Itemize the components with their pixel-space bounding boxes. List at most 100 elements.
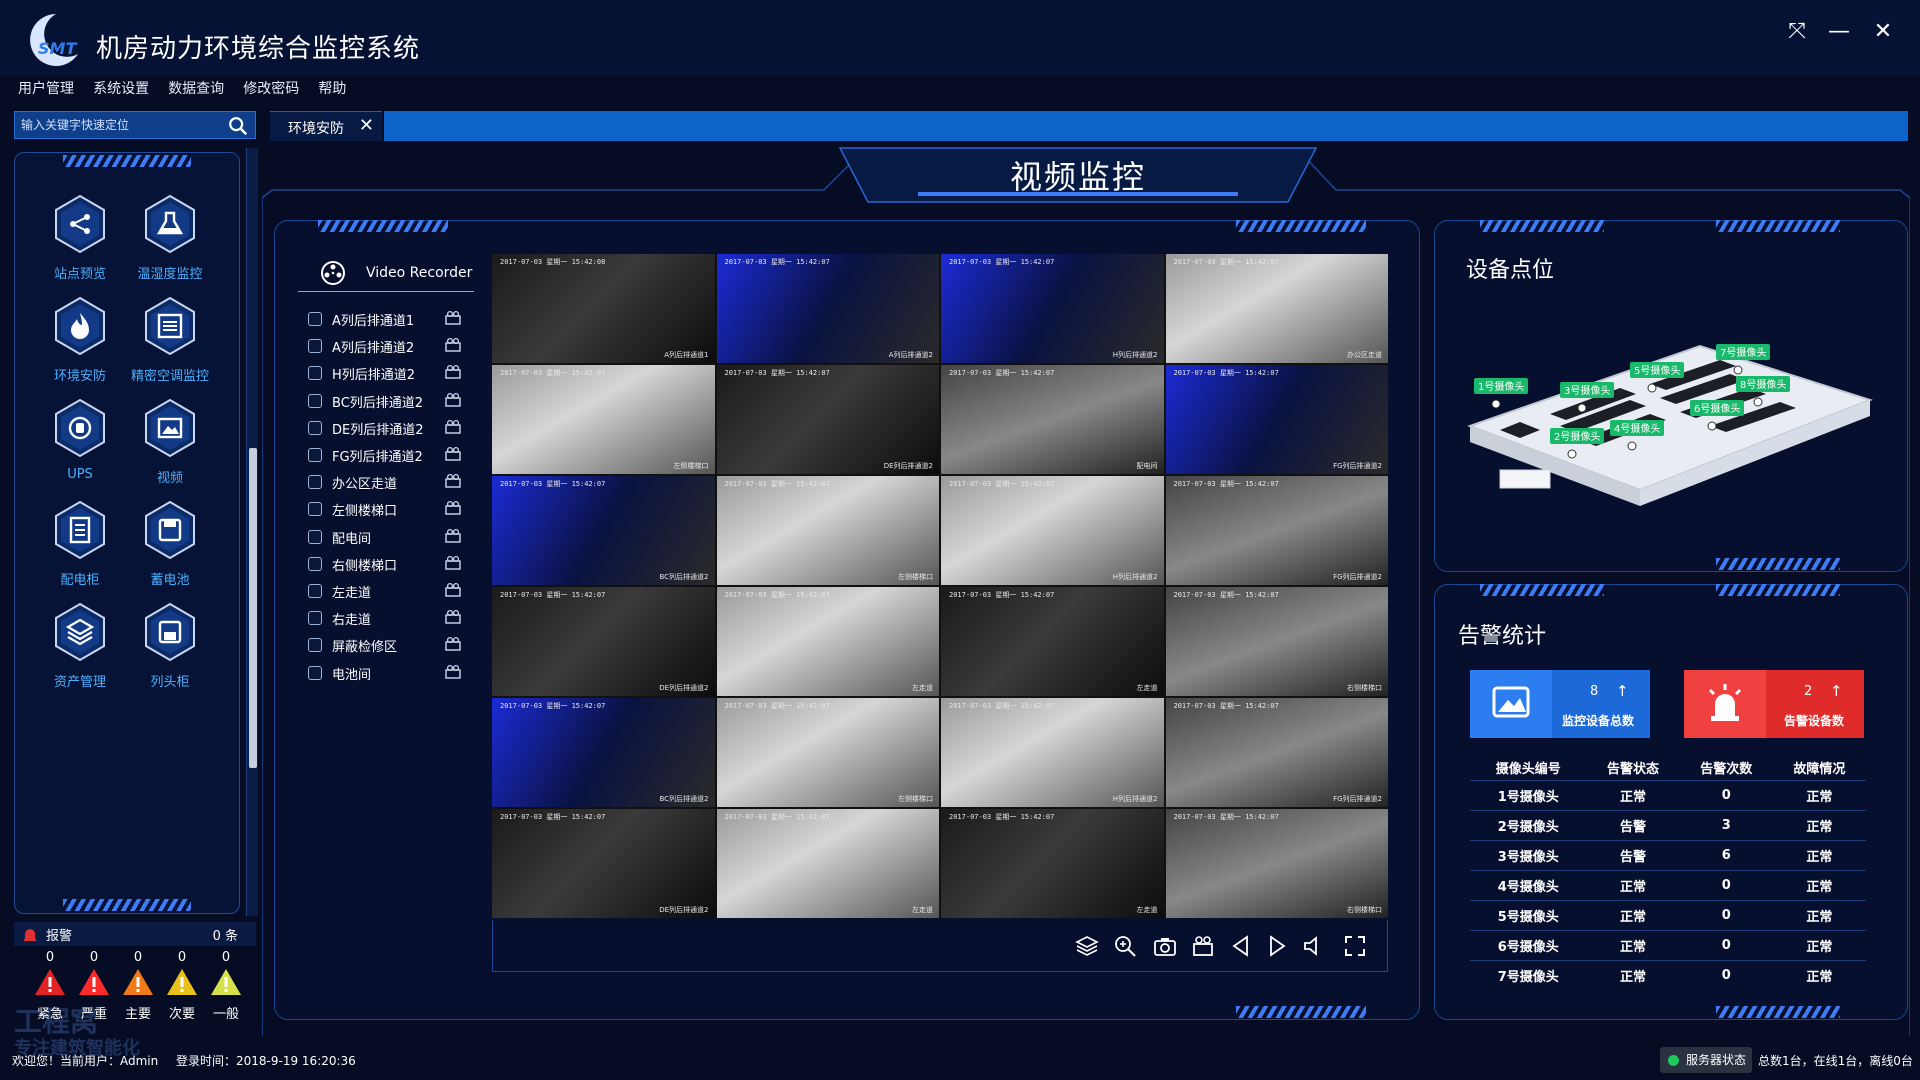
sidebar-item-4[interactable]: 精密空调监控: [125, 295, 215, 391]
video-feed[interactable]: 2017-07-03 星期一 15:42:07 FG列后排通道2: [1165, 698, 1388, 807]
recorder-header[interactable]: Video Recorder: [298, 258, 474, 292]
camera-checkbox[interactable]: [308, 475, 322, 490]
camera-icon[interactable]: [1153, 934, 1177, 958]
video-feed[interactable]: 2017-07-03 星期一 15:42:07 左侧楼梯口: [492, 365, 715, 474]
camera-icon[interactable]: [444, 636, 462, 652]
menu-help[interactable]: 帮助: [318, 78, 346, 98]
camera-icon[interactable]: [444, 337, 462, 353]
search-input[interactable]: [21, 115, 221, 135]
volume-icon[interactable]: [1301, 934, 1325, 958]
video-feed[interactable]: 2017-07-03 星期一 15:42:07 BC列后排通道2: [492, 476, 715, 585]
alarm-summary-bar[interactable]: 报警 0 条: [14, 922, 256, 946]
camera-checkbox[interactable]: [308, 529, 322, 544]
menu-data-query[interactable]: 数据查询: [168, 78, 224, 98]
camera-list-item[interactable]: 办公区走道: [306, 472, 466, 492]
camera-list-item[interactable]: BC列后排通道2: [306, 391, 466, 411]
video-feed[interactable]: 2017-07-03 星期一 15:42:07 DE列后排通道2: [492, 809, 715, 918]
camera-icon[interactable]: [444, 528, 462, 544]
camera-list-item[interactable]: H列后排通道2: [306, 363, 466, 383]
floorplan-3d-map[interactable]: 1号摄像头 2号摄像头 3号摄像头 4号摄像头 5号摄像头 6号摄像头 7号摄像头 8号摄像头: [1460, 330, 1880, 530]
camera-icon[interactable]: [444, 392, 462, 408]
video-feed[interactable]: 2017-07-03 星期一 15:42:07 左走道: [716, 809, 939, 918]
camera-checkbox[interactable]: [308, 339, 322, 354]
minimize-button[interactable]: —: [1822, 18, 1856, 46]
camera-icon[interactable]: [444, 609, 462, 625]
video-feed[interactable]: 2017-07-03 星期一 15:42:08 A列后排通道1: [492, 254, 715, 363]
camera-checkbox[interactable]: [308, 556, 322, 571]
camera-icon[interactable]: [444, 555, 462, 571]
camera-icon[interactable]: [444, 310, 462, 326]
camera-list-item[interactable]: 左侧楼梯口: [306, 499, 466, 519]
video-feed[interactable]: 2017-07-03 星期一 15:42:07 A列后排通道2: [716, 254, 939, 363]
sidebar-item-9[interactable]: 资产管理: [35, 601, 125, 697]
sidebar-item-8[interactable]: 蓄电池: [125, 499, 215, 595]
video-feed[interactable]: 2017-07-03 星期一 15:42:07 H列后排通道2: [941, 476, 1164, 585]
camera-list-item[interactable]: FG列后排通道2: [306, 445, 466, 465]
video-feed[interactable]: 2017-07-03 星期一 15:42:07 右侧楼梯口: [1165, 587, 1388, 696]
table-row[interactable]: 5号摄像头 正常 0 正常: [1470, 899, 1866, 930]
camera-checkbox[interactable]: [308, 584, 322, 598]
camera-checkbox[interactable]: [308, 502, 322, 517]
camera-icon[interactable]: [444, 473, 462, 489]
sidebar-item-7[interactable]: 配电柜: [35, 499, 125, 595]
camera-marker[interactable]: 1号摄像头: [1474, 378, 1528, 409]
sidebar-item-3[interactable]: 环境安防: [35, 295, 125, 391]
video-feed[interactable]: 2017-07-03 星期一 15:42:07 DE列后排通道2: [716, 365, 939, 474]
camera-icon[interactable]: [444, 364, 462, 380]
camera-checkbox[interactable]: [308, 448, 322, 462]
alarm-level-1[interactable]: 0 紧急: [30, 950, 70, 1022]
camera-checkbox[interactable]: [308, 638, 322, 653]
camera-list-item[interactable]: 配电间: [306, 527, 466, 547]
table-row[interactable]: 1号摄像头 正常 0 正常: [1470, 779, 1866, 810]
video-feed[interactable]: 2017-07-03 星期一 15:42:07 FG列后排通道2: [1165, 365, 1388, 474]
camera-list-item[interactable]: 屏蔽检修区: [306, 635, 466, 655]
camera-list-item[interactable]: A列后排通道1: [306, 309, 466, 329]
video-feed[interactable]: 2017-07-03 星期一 15:42:07 配电间: [941, 365, 1164, 474]
camera-checkbox[interactable]: [308, 393, 322, 408]
play-icon[interactable]: [1265, 934, 1289, 958]
sidebar-item-5[interactable]: UPS: [35, 397, 125, 493]
server-status-indicator[interactable]: 服务器状态: [1660, 1047, 1752, 1073]
sidebar-scrollbar[interactable]: [246, 148, 258, 916]
camera-checkbox[interactable]: [308, 420, 322, 435]
camera-icon[interactable]: [444, 582, 462, 598]
video-feed[interactable]: 2017-07-03 星期一 15:42:07 DE列后排通道2: [492, 587, 715, 696]
camera-checkbox[interactable]: [308, 366, 322, 381]
menu-system-settings[interactable]: 系统设置: [93, 78, 149, 98]
restore-button[interactable]: ⤧: [1780, 18, 1814, 46]
camera-checkbox[interactable]: [308, 611, 322, 626]
scrollbar-thumb[interactable]: [249, 448, 257, 768]
video-feed[interactable]: 2017-07-03 星期一 15:42:07 左走道: [716, 587, 939, 696]
prev-icon[interactable]: [1229, 934, 1253, 958]
camera-icon[interactable]: [444, 664, 462, 680]
close-button[interactable]: ✕: [1866, 18, 1900, 46]
record-icon[interactable]: [1191, 934, 1215, 958]
layers-icon[interactable]: [1075, 934, 1099, 958]
video-feed[interactable]: 2017-07-03 星期一 15:42:07 办公区走道: [1165, 254, 1388, 363]
menu-user-management[interactable]: 用户管理: [18, 78, 74, 98]
video-feed[interactable]: 2017-07-03 星期一 15:42:07 左侧楼梯口: [716, 698, 939, 807]
table-row[interactable]: 2号摄像头 告警 3 正常: [1470, 809, 1866, 840]
video-feed[interactable]: 2017-07-03 星期一 15:42:07 BC列后排通道2: [492, 698, 715, 807]
sidebar-item-10[interactable]: 列头柜: [125, 601, 215, 697]
camera-list-item[interactable]: 电池间: [306, 663, 466, 683]
video-feed[interactable]: 2017-07-03 星期一 15:42:07 H列后排通道2: [941, 698, 1164, 807]
sidebar-item-1[interactable]: 站点预览: [35, 193, 125, 289]
camera-checkbox[interactable]: [308, 665, 322, 680]
camera-list-item[interactable]: 右侧楼梯口: [306, 554, 466, 574]
fullscreen-icon[interactable]: [1343, 934, 1367, 958]
alarm-devices-card[interactable]: 2 ↑ 告警设备数: [1684, 670, 1864, 738]
alarm-level-5[interactable]: 0 一般: [206, 950, 246, 1022]
camera-list-item[interactable]: DE列后排通道2: [306, 418, 466, 438]
search-icon[interactable]: [227, 115, 249, 137]
video-feed[interactable]: 2017-07-03 星期一 15:42:07 FG列后排通道2: [1165, 476, 1388, 585]
camera-list-item[interactable]: 左走道: [306, 581, 466, 601]
video-feed[interactable]: 2017-07-03 星期一 15:42:07 右侧楼梯口: [1165, 809, 1388, 918]
zoom-in-icon[interactable]: [1113, 934, 1137, 958]
tab-environment-security[interactable]: 环境安防 ✕: [270, 111, 382, 141]
table-row[interactable]: 3号摄像头 告警 6 正常: [1470, 839, 1866, 870]
camera-checkbox[interactable]: [308, 312, 322, 326]
sidebar-item-2[interactable]: 温湿度监控: [125, 193, 215, 289]
camera-icon[interactable]: [444, 419, 462, 435]
table-row[interactable]: 7号摄像头 正常 0 正常: [1470, 959, 1866, 990]
